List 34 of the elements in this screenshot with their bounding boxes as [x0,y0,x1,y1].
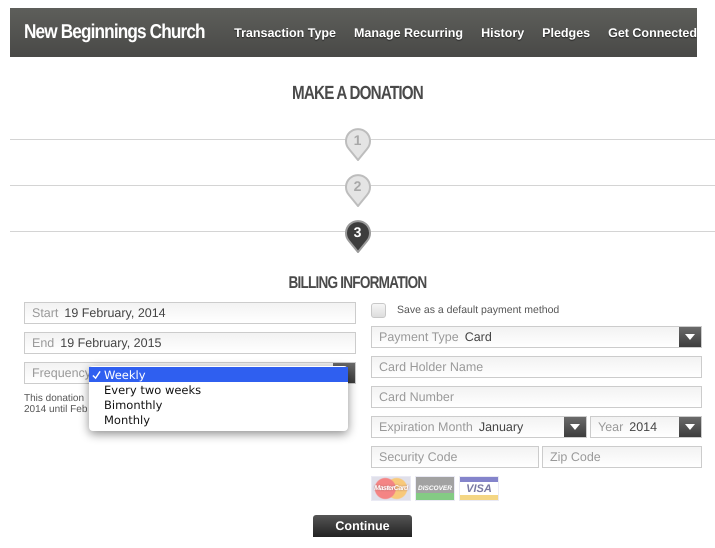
month-select[interactable]: Expiration Month January [371,416,587,438]
payment-type-select[interactable]: Payment Type Card [371,326,702,348]
date-field[interactable]: Start 19 February, 2014 [24,302,356,324]
caret-icon [570,424,580,430]
step-marker: 1 [344,127,372,161]
menu-option[interactable]: Weekly [89,367,348,382]
input-field[interactable]: Card Number [371,386,702,408]
year-select[interactable]: Year 2014 [590,416,702,438]
menu-option[interactable]: Monthly [89,412,348,427]
nav-link[interactable]: Get Connected [608,26,697,40]
menu-option[interactable]: Every two weeks [89,382,348,397]
section-title: BILLING INFORMATION [288,272,428,294]
nav-link[interactable]: Pledges [542,26,590,40]
input-field[interactable]: Security Code [371,446,539,468]
date-field[interactable]: End 19 February, 2015 [24,332,356,354]
checkbox[interactable] [371,302,386,318]
caret-icon [685,424,695,430]
caret-icon [685,334,695,340]
checkbox-label: Save as a default payment method [397,304,560,316]
site-title: New Beginnings Church [24,21,205,44]
checkmark-icon [92,370,101,380]
nav-link[interactable]: Manage Recurring [354,26,464,40]
page-title: MAKE A DONATION [291,82,424,106]
menu-option[interactable]: Bimonthly [89,397,348,412]
input-field[interactable]: Zip Code [542,446,702,468]
card-logo: VISA [459,476,499,501]
donation-note: This donation [24,393,84,404]
step-marker: 3 [344,219,372,253]
continue-button[interactable]: Continue [313,515,412,537]
nav-link[interactable]: History [481,26,524,40]
step-marker: 2 [344,173,372,207]
input-field[interactable]: Card Holder Name [371,356,702,378]
nav-link[interactable]: Transaction Type [234,26,336,40]
donation-note: 2014 until Feb [24,404,88,415]
